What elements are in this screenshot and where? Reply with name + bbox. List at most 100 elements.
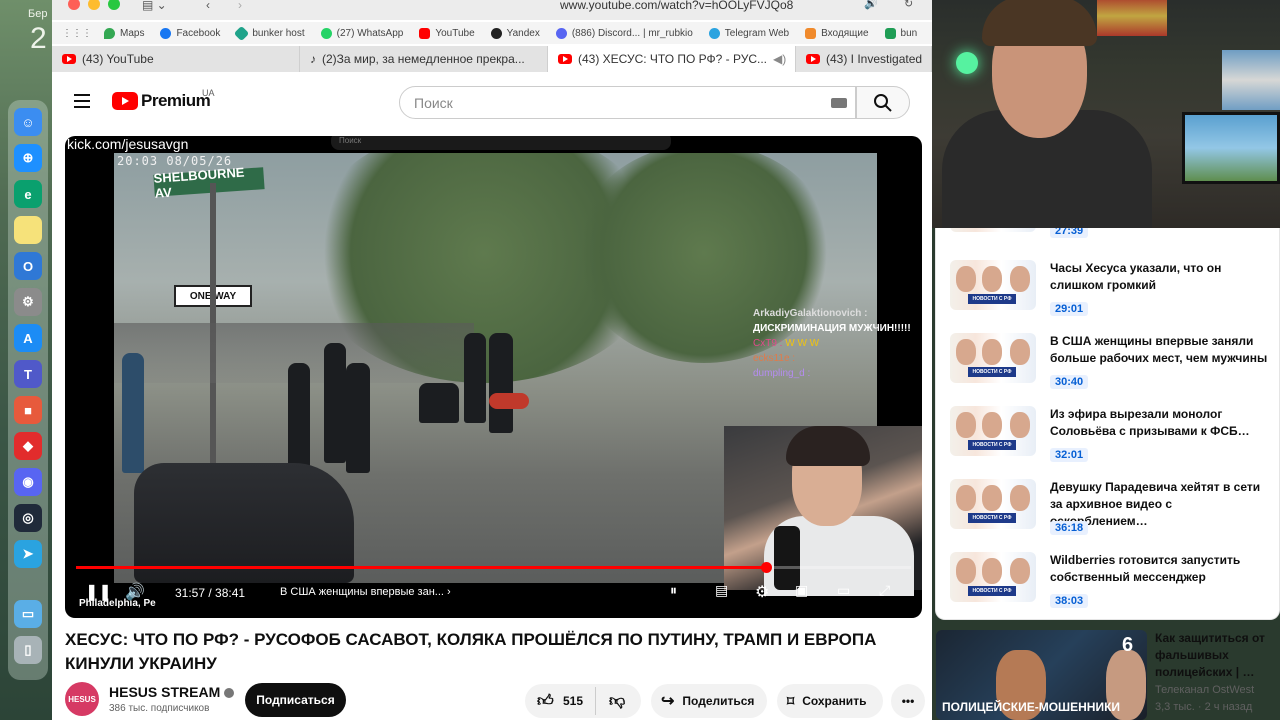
person-lying bbox=[489, 393, 529, 409]
bookmark-youtube[interactable]: YouTube bbox=[419, 27, 475, 39]
audio-icon[interactable]: 🔊 bbox=[864, 0, 878, 10]
video-thumbnail[interactable]: ПОЛИЦЕЙСКИЕ-МОШЕННИКИ 6 bbox=[936, 630, 1147, 720]
video-title[interactable]: Wildberries готовится запустить собствен… bbox=[1050, 552, 1270, 586]
video-title[interactable]: Как защититься от фальшивых полицейских … bbox=[1155, 630, 1275, 681]
anydesk-icon[interactable]: ◆ bbox=[14, 432, 42, 460]
discord-icon[interactable]: ◉ bbox=[14, 468, 42, 496]
bookmark-telegram[interactable]: Telegram Web bbox=[708, 27, 789, 39]
video-player[interactable]: kick.com/jesusavgn Поиск SHELBOURNE AV O… bbox=[65, 136, 922, 618]
share-button[interactable]: ↪ Поделиться bbox=[651, 684, 767, 718]
video-thumbnail[interactable]: НОВОСТИ С РФ bbox=[950, 552, 1036, 602]
channel-name[interactable]: HESUS STREAM bbox=[109, 684, 235, 700]
list-item[interactable]: НОВОСТИ С РФ Из эфира вырезали монолог С… bbox=[950, 406, 1279, 466]
menu-icon[interactable] bbox=[74, 94, 90, 108]
bookmark-discord[interactable]: (886) Discord... | mr_rubkio bbox=[555, 27, 693, 39]
save-button[interactable]: ⌑ Сохранить bbox=[777, 684, 883, 718]
volume-icon[interactable]: 🔊 bbox=[125, 582, 145, 602]
camera-timestamp: 20:03 08/05/26 bbox=[117, 154, 233, 168]
video-thumbnail[interactable]: НОВОСТИ С РФ bbox=[950, 479, 1036, 529]
office-icon[interactable]: ■ bbox=[14, 396, 42, 424]
video-title[interactable]: Часы Хесуса указали, что он слишком гром… bbox=[1050, 260, 1270, 294]
teams-icon[interactable]: T bbox=[14, 360, 42, 388]
tab-current-video[interactable]: (43) ХЕСУС: ЧТО ПО РФ? - РУС... ◀) bbox=[548, 46, 796, 72]
telegram-icon[interactable]: ➤ bbox=[14, 540, 42, 568]
subtitles-icon[interactable]: ▤ bbox=[715, 582, 728, 599]
thumbnail-face bbox=[956, 558, 976, 584]
minimize-window-button[interactable] bbox=[88, 0, 100, 10]
duration-badge: 29:01 bbox=[1050, 302, 1089, 316]
thumbnail-face bbox=[956, 339, 976, 365]
like-button[interactable]: 👍︎ bbox=[537, 692, 554, 711]
player-controls: ❚❚ 🔊 31:57 / 38:41 В США женщины впервые… bbox=[65, 578, 922, 608]
more-actions-button[interactable]: ••• bbox=[891, 684, 925, 718]
reload-icon[interactable]: ↻ bbox=[904, 0, 913, 10]
forward-icon[interactable]: › bbox=[238, 0, 242, 12]
outlook-icon[interactable]: O bbox=[14, 252, 42, 280]
tab-audio-icon[interactable]: ◀) bbox=[773, 52, 786, 66]
miniplayer-icon[interactable]: ▣ bbox=[795, 582, 808, 599]
address-bar[interactable]: www.youtube.com/watch?v=hOOLyFVJQo8 bbox=[560, 0, 793, 12]
tab-youtube[interactable]: (43) YouTube bbox=[52, 46, 300, 72]
list-item[interactable]: НОВОСТИ С РФ Девушку Парадевича хейтят в… bbox=[950, 479, 1279, 539]
bookmark-whatsapp[interactable]: (27) WhatsApp bbox=[320, 27, 403, 39]
chapter-title[interactable]: В США женщины впервые зан... › bbox=[280, 586, 451, 598]
list-item[interactable]: НОВОСТИ С РФ Wildberries готовится запус… bbox=[950, 552, 1279, 612]
search-input[interactable]: Поиск bbox=[399, 86, 856, 119]
bookmark-inbox[interactable]: Входящие bbox=[805, 27, 869, 39]
trash-icon[interactable]: ▯ bbox=[14, 636, 42, 664]
video-title[interactable]: В США женщины впервые заняли больше рабо… bbox=[1050, 333, 1270, 367]
video-thumbnail[interactable]: НОВОСТИ С РФ bbox=[950, 406, 1036, 456]
tab-tiktok[interactable]: ♪ (2)За мир, за немедленное прекра... bbox=[300, 46, 548, 72]
video-thumbnail[interactable]: НОВОСТИ С РФ bbox=[950, 260, 1036, 310]
pause-icon[interactable]: ❚❚ bbox=[85, 582, 112, 602]
finder-icon[interactable]: ☺ bbox=[14, 108, 42, 136]
video-title[interactable]: Из эфира вырезали монолог Соловьёва с пр… bbox=[1050, 406, 1270, 440]
notes-icon[interactable] bbox=[14, 216, 42, 244]
search-button[interactable] bbox=[856, 86, 910, 119]
maximize-window-button[interactable] bbox=[108, 0, 120, 10]
recommended-video-card[interactable]: ПОЛИЦЕЙСКИЕ-МОШЕННИКИ 6 Как защититься о… bbox=[935, 628, 1280, 720]
bookmark-bun[interactable]: bun bbox=[884, 27, 917, 39]
autoplay-toggle-icon[interactable]: ⏸ bbox=[670, 582, 677, 599]
thumbnail-face bbox=[982, 412, 1002, 438]
sidebar-toggle-icon[interactable]: ▤ ⌄ bbox=[142, 0, 167, 12]
channel-name[interactable]: Телеканал OstWest bbox=[1155, 684, 1254, 696]
thumbnail-face bbox=[982, 266, 1002, 292]
progress-scrubber[interactable] bbox=[760, 562, 772, 573]
recommendations-panel: 27:39 НОВОСТИ С РФ Часы Хесуса указали, … bbox=[935, 228, 1280, 620]
folder-icon[interactable]: ▭ bbox=[14, 600, 42, 628]
background-monitor bbox=[1182, 112, 1280, 184]
stream-overlay-url: kick.com/jesusavgn bbox=[67, 136, 189, 152]
youtube-logo[interactable]: Premium bbox=[112, 91, 211, 111]
progress-bar[interactable] bbox=[76, 562, 911, 573]
close-window-button[interactable] bbox=[68, 0, 80, 10]
dislike-button[interactable]: 👎︎ bbox=[609, 692, 625, 711]
subscribe-button[interactable]: Подписаться bbox=[245, 683, 346, 717]
chat-message: dumpling_d : bbox=[753, 368, 811, 379]
video-thumbnail[interactable]: НОВОСТИ С РФ bbox=[950, 333, 1036, 383]
bookmark-bunker-host[interactable]: bunker host bbox=[234, 25, 305, 41]
thumbnail-face bbox=[1010, 558, 1030, 584]
apps-grid-icon[interactable]: ⋮⋮⋮ bbox=[62, 28, 92, 39]
tab-investigated[interactable]: (43) I Investigated bbox=[796, 46, 932, 72]
list-item[interactable]: НОВОСТИ С РФ Часы Хесуса указали, что он… bbox=[950, 260, 1279, 320]
appstore-icon[interactable]: A bbox=[14, 324, 42, 352]
channel-avatar[interactable]: HESUS bbox=[65, 682, 99, 716]
bookmark-facebook[interactable]: Facebook bbox=[160, 27, 220, 39]
settings-icon[interactable]: ⚙ bbox=[755, 582, 769, 602]
flag-decoration bbox=[1222, 50, 1280, 110]
edge-icon[interactable]: e bbox=[14, 180, 42, 208]
bookmark-maps[interactable]: Maps bbox=[104, 27, 144, 39]
person bbox=[419, 383, 459, 423]
keyboard-icon[interactable] bbox=[831, 98, 847, 108]
fullscreen-icon[interactable]: ⤢ bbox=[879, 582, 890, 599]
video-thumbnail[interactable] bbox=[950, 228, 1036, 232]
back-icon[interactable]: ‹ bbox=[206, 0, 210, 12]
settings-icon[interactable]: ⚙ bbox=[14, 288, 42, 316]
list-item[interactable]: НОВОСТИ С РФ В США женщины впервые занял… bbox=[950, 333, 1279, 393]
safari-icon[interactable]: ⊕ bbox=[14, 144, 42, 172]
obs-icon[interactable]: ◎ bbox=[14, 504, 42, 532]
cast-icon[interactable]: ▭ bbox=[837, 582, 850, 599]
stream-search-bar: Поиск bbox=[331, 136, 671, 150]
bookmark-yandex[interactable]: Yandex bbox=[490, 27, 540, 39]
